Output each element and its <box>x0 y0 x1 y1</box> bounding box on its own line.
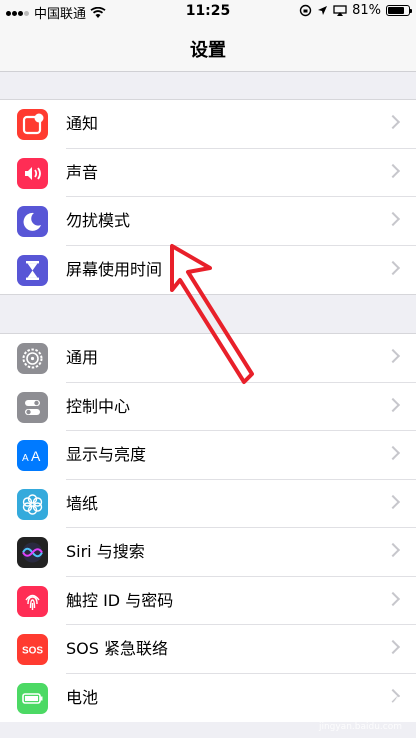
settings-row-notifications[interactable]: 通知 <box>0 100 416 149</box>
watermark-url: jingyan.baidu.com <box>318 722 402 732</box>
row-label: 屏幕使用时间 <box>66 259 163 279</box>
row-label: Siri 与搜索 <box>66 542 145 561</box>
notifications-icon <box>17 109 48 140</box>
watermark-logo: Baidu 经验 <box>292 695 404 719</box>
row-label: 触控 ID 与密码 <box>66 590 174 610</box>
siri-icon <box>17 537 48 568</box>
settings-row-control-center[interactable]: 控制中心 <box>0 383 416 431</box>
row-label: 勿扰模式 <box>66 211 131 230</box>
row-label: 控制中心 <box>66 396 131 416</box>
settings-row-sounds[interactable]: 声音 <box>0 149 416 197</box>
row-label: SOS 紧急联络 <box>66 639 168 658</box>
status-bar: 中国联通 11:25 81% <box>0 0 416 24</box>
control-center-icon <box>17 391 48 423</box>
chevron-right-icon <box>385 348 401 364</box>
chevron-right-icon <box>385 542 401 558</box>
wallpaper-icon <box>17 488 48 520</box>
svg-text:SOS: SOS <box>22 646 43 657</box>
settings-row-wallpaper[interactable]: 墙纸 <box>0 480 416 528</box>
row-label: 电池 <box>66 687 99 707</box>
row-label: 显示与亮度 <box>66 445 147 464</box>
battery-icon <box>17 682 48 714</box>
settings-row-general[interactable]: 通用 <box>0 334 416 383</box>
chevron-right-icon <box>385 639 401 655</box>
settings-row-siri-search[interactable]: Siri 与搜索 <box>0 528 416 577</box>
row-label: 通知 <box>66 114 99 133</box>
gear-icon <box>17 343 48 374</box>
row-label: 声音 <box>66 162 99 182</box>
page-title: 设置 <box>190 40 226 61</box>
nav-bar: 设置 <box>0 24 416 72</box>
airplay-icon <box>333 4 347 16</box>
battery-fill <box>388 7 405 14</box>
settings-row-do-not-disturb[interactable]: 勿扰模式 <box>0 197 416 246</box>
orientation-lock-icon <box>299 4 312 17</box>
settings-row-screen-time[interactable]: 屏幕使用时间 <box>0 246 416 295</box>
hourglass-icon <box>17 254 48 286</box>
settings-row-touch-id-passcode[interactable]: 触控 ID 与密码 <box>0 577 416 625</box>
row-label: 通用 <box>66 348 99 367</box>
chevron-right-icon <box>385 445 401 461</box>
chevron-right-icon <box>385 260 401 275</box>
settings-group-1: 通知 声音 勿扰模式 屏幕使用时间 <box>0 99 416 295</box>
sos-icon: SOS <box>17 634 48 665</box>
chevron-right-icon <box>385 494 401 509</box>
chevron-right-icon <box>385 114 401 130</box>
svg-text:A: A <box>22 453 29 464</box>
chevron-right-icon <box>385 211 401 227</box>
settings-group-2: 通用 控制中心 AA 显示与亮度 墙纸 Siri 与搜索 触控 ID 与密码 S… <box>0 333 416 722</box>
chevron-right-icon <box>385 591 401 606</box>
settings-row-sos[interactable]: SOS SOS 紧急联络 <box>0 625 416 674</box>
settings-row-display-brightness[interactable]: AA 显示与亮度 <box>0 431 416 480</box>
svg-text:A: A <box>31 448 41 464</box>
display-brightness-icon: AA <box>17 440 48 471</box>
status-right: 81% <box>299 3 412 18</box>
location-icon <box>318 6 328 15</box>
sounds-icon <box>17 157 48 189</box>
chevron-right-icon <box>385 163 401 178</box>
moon-icon <box>17 206 48 237</box>
fingerprint-icon <box>17 585 48 617</box>
battery-indicator-icon <box>386 5 412 16</box>
row-label: 墙纸 <box>66 493 99 513</box>
chevron-right-icon <box>385 397 401 412</box>
battery-percent: 81% <box>352 3 381 18</box>
